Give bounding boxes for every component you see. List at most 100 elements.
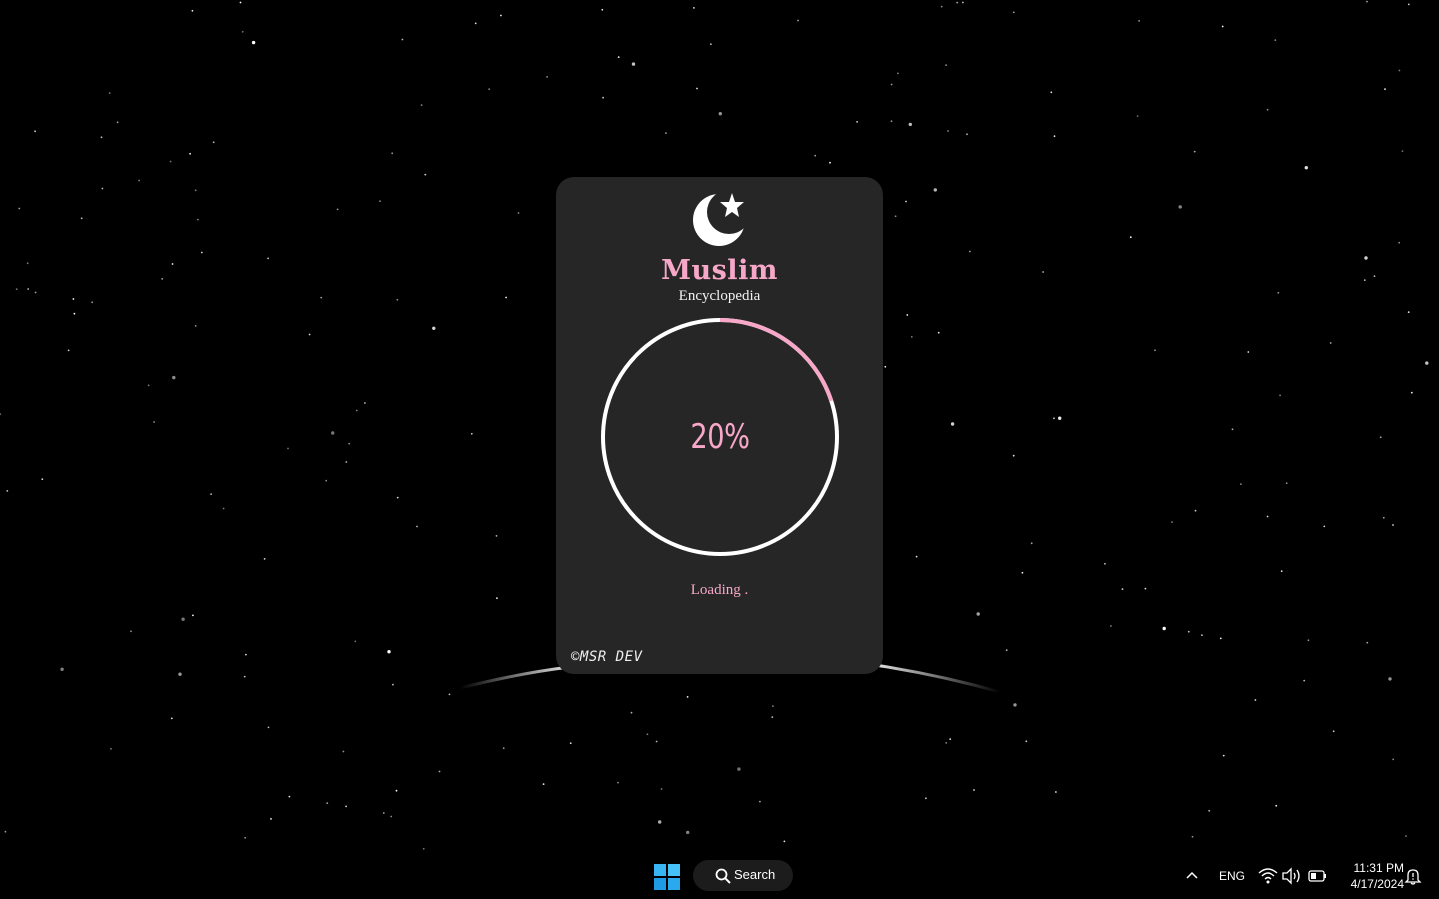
star — [241, 30, 244, 33]
star — [660, 788, 663, 790]
star — [287, 447, 289, 450]
star — [1425, 361, 1429, 365]
system-tray-icons[interactable] — [1258, 866, 1330, 886]
star — [73, 312, 76, 315]
app-subtitle: Encyclopedia — [678, 288, 761, 304]
star — [1392, 524, 1394, 526]
star — [138, 179, 141, 182]
star — [1208, 809, 1211, 812]
star — [1382, 516, 1385, 519]
taskbar-clock[interactable]: 11:31 PM 4/17/2024 — [1336, 860, 1404, 892]
desktop-background: Muslim Encyclopedia 20% Loading . ©MSR D… — [0, 0, 1439, 899]
star — [210, 493, 213, 495]
star — [945, 64, 947, 66]
star — [26, 262, 29, 265]
star — [110, 748, 112, 750]
star — [336, 208, 339, 211]
star — [348, 442, 351, 445]
star — [189, 152, 192, 155]
star — [354, 640, 357, 643]
windows-logo-icon[interactable] — [654, 864, 680, 890]
star — [1055, 791, 1057, 793]
star — [474, 22, 477, 25]
star — [1050, 91, 1053, 94]
star — [15, 288, 18, 291]
star — [1323, 525, 1326, 528]
star — [1363, 279, 1366, 281]
star — [243, 675, 246, 678]
star — [34, 130, 36, 133]
star — [1030, 542, 1033, 545]
star — [1221, 25, 1224, 28]
star — [646, 733, 649, 736]
star — [251, 40, 256, 45]
star — [267, 257, 269, 260]
star — [1138, 20, 1140, 22]
star — [1405, 835, 1407, 837]
star — [1053, 417, 1055, 420]
star — [420, 104, 423, 106]
star — [391, 152, 394, 155]
star — [1187, 630, 1190, 633]
chevron-up-icon[interactable] — [1183, 868, 1201, 882]
star — [1194, 509, 1197, 512]
star — [181, 617, 185, 621]
star — [245, 653, 247, 656]
star — [1410, 391, 1413, 394]
star — [1110, 625, 1112, 627]
star — [969, 250, 971, 253]
star — [950, 422, 955, 426]
star — [161, 278, 164, 280]
star — [270, 818, 272, 820]
clock-time: 11:31 PM — [1353, 861, 1404, 875]
star — [617, 56, 620, 58]
progress-percent: 20% — [690, 417, 750, 457]
star — [1012, 11, 1015, 14]
star — [80, 217, 83, 220]
language-indicator[interactable]: ENG — [1219, 869, 1245, 883]
star — [1201, 634, 1203, 636]
star — [326, 802, 329, 804]
star — [906, 314, 909, 316]
star — [696, 87, 698, 90]
star — [947, 130, 949, 132]
notification-bell-icon[interactable] — [1404, 867, 1422, 885]
star — [949, 738, 952, 740]
star — [396, 496, 399, 499]
star — [169, 160, 172, 163]
star — [212, 141, 215, 144]
star — [737, 767, 741, 771]
star — [4, 830, 7, 833]
star — [342, 750, 345, 753]
star — [244, 836, 247, 839]
star — [308, 333, 311, 336]
star — [1266, 515, 1269, 518]
star — [172, 375, 176, 380]
star — [772, 705, 774, 707]
star — [194, 189, 197, 192]
star — [1231, 428, 1234, 431]
star — [1366, 641, 1369, 644]
star — [601, 8, 604, 11]
star — [191, 9, 194, 12]
star — [396, 298, 399, 301]
star — [424, 173, 427, 176]
star — [1388, 677, 1392, 681]
star — [517, 212, 520, 214]
star — [1013, 703, 1017, 707]
star — [72, 298, 75, 300]
star — [1364, 256, 1368, 260]
star — [1222, 754, 1225, 757]
wifi-icon — [1258, 868, 1278, 884]
star — [1379, 436, 1382, 439]
app-title: Muslim — [661, 255, 778, 286]
star — [905, 200, 907, 203]
star — [1384, 88, 1386, 90]
search-button[interactable]: Search — [693, 860, 793, 891]
star — [34, 291, 37, 294]
star — [925, 797, 927, 800]
star — [401, 38, 404, 41]
star — [1279, 394, 1281, 397]
star — [108, 92, 111, 94]
star — [267, 726, 270, 729]
